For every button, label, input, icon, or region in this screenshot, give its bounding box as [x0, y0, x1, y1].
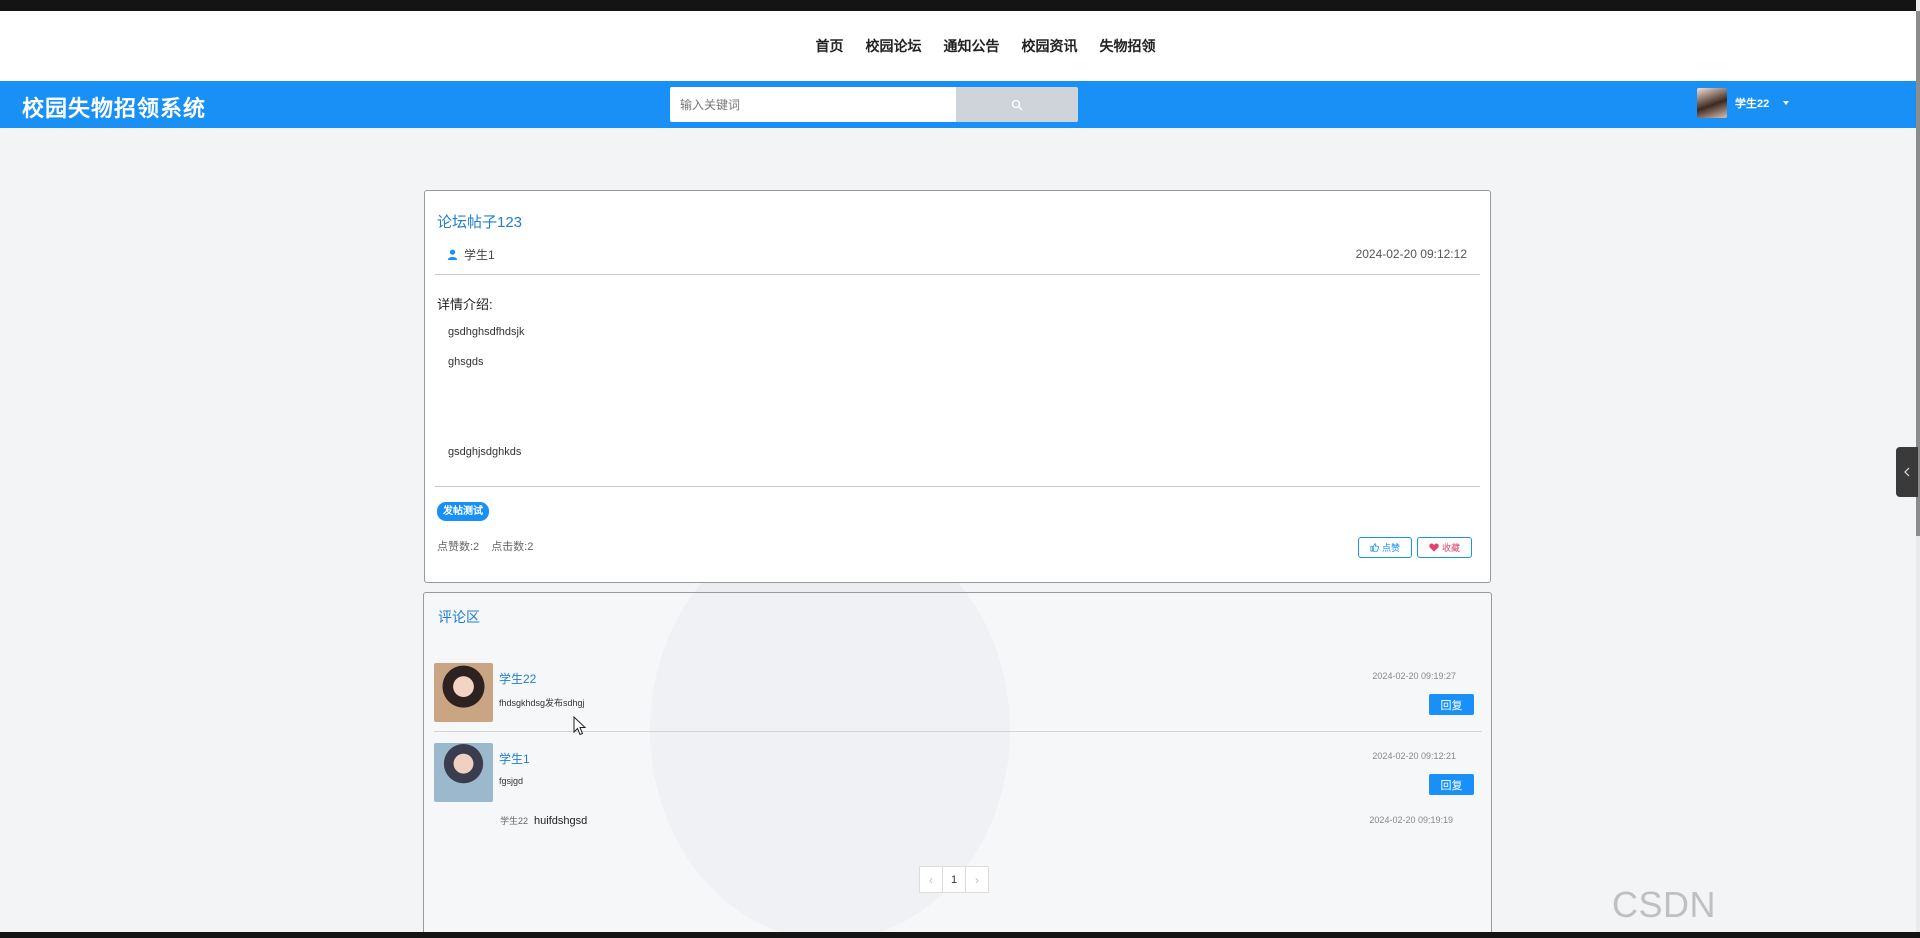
comment-date: 2024-02-20 09:12:21: [1372, 751, 1456, 761]
post-date: 2024-02-20 09:12:12: [1355, 247, 1467, 261]
like-label: 点赞: [1381, 543, 1400, 553]
comment-date: 2024-02-20 09:19:27: [1372, 671, 1456, 681]
reply-button[interactable]: 回复: [1429, 694, 1474, 715]
sub-reply: 学生22 huifdshgsd: [500, 814, 587, 827]
caret-down-icon: [1783, 101, 1790, 105]
header-bar: 校园失物招领系统 学生22: [0, 81, 1916, 128]
window-top-bar: [0, 0, 1920, 11]
nav-lost-found[interactable]: 失物招领: [1100, 36, 1156, 56]
sub-reply-date: 2024-02-20 09:19:19: [1369, 815, 1453, 825]
favorite-button[interactable]: 收藏: [1417, 537, 1472, 558]
search-input[interactable]: [670, 87, 956, 122]
mouse-cursor-icon: [573, 716, 587, 736]
clicks-count: 点击数:2: [491, 541, 534, 553]
content-line: ghsgds: [448, 356, 484, 368]
nav-news[interactable]: 校园资讯: [1022, 36, 1078, 56]
post-tag[interactable]: 发帖测试: [437, 502, 489, 521]
avatar: [434, 743, 493, 802]
like-button[interactable]: 点赞: [1358, 537, 1412, 558]
nav-home[interactable]: 首页: [816, 36, 844, 56]
divider: [435, 274, 1480, 275]
top-nav: 首页 校园论坛 通知公告 校园资讯 失物招领: [0, 11, 1916, 81]
user-name: 学生22: [1735, 98, 1770, 110]
side-panel-toggle[interactable]: [1896, 447, 1918, 497]
chevron-left-icon: [1904, 467, 1910, 477]
post-card: 论坛帖子123 学生1 2024-02-20 09:12:12 详情介绍: gs…: [424, 190, 1491, 583]
sub-reply-author: 学生22: [500, 816, 529, 826]
post-author-name: 学生1: [464, 248, 495, 262]
avatar: [434, 663, 493, 722]
content-line: gsdhghsdfhdsjk: [448, 326, 525, 338]
comment-author[interactable]: 学生22: [499, 670, 536, 687]
avatar: [1697, 88, 1727, 118]
nav-forum[interactable]: 校园论坛: [866, 36, 922, 56]
detail-label: 详情介绍:: [437, 297, 493, 312]
thumbs-up-icon: [1370, 543, 1379, 552]
content-line: gsdghjsdghkds: [448, 446, 522, 458]
comment-author[interactable]: 学生1: [499, 750, 530, 767]
window-bottom-bar: [0, 932, 1920, 938]
site-title[interactable]: 校园失物招领系统: [22, 91, 206, 123]
comment-item: 学生22 fhdsgkhdsg发布sdhgj 2024-02-20 09:19:…: [434, 663, 1484, 723]
comment-item: 学生1 fgsjgd 2024-02-20 09:12:21 回复: [434, 743, 1484, 803]
divider: [435, 486, 1480, 487]
watermark: CSDN @bysjlw985: [1612, 884, 1811, 938]
user-icon: [447, 249, 458, 260]
pagination: ‹ 1 ›: [919, 866, 989, 893]
comment-text: fhdsgkhdsg发布sdhgj: [499, 698, 585, 708]
search-button[interactable]: [956, 87, 1078, 122]
post-author: 学生1: [447, 246, 495, 263]
nav-notice[interactable]: 通知公告: [944, 36, 1000, 56]
heart-icon: [1429, 543, 1439, 552]
favorite-label: 收藏: [1441, 543, 1460, 553]
comment-section: 评论区 学生22 fhdsgkhdsg发布sdhgj 2024-02-20 09…: [423, 592, 1492, 938]
sub-reply-text: huifdshgsd: [534, 815, 588, 827]
prev-page-button[interactable]: ‹: [919, 866, 943, 893]
post-stats: 点赞数:2 点击数:2: [437, 538, 533, 554]
divider: [434, 731, 1482, 732]
user-menu[interactable]: 学生22: [1697, 87, 1790, 119]
comment-text: fgsjgd: [499, 776, 524, 786]
next-page-button[interactable]: ›: [965, 866, 989, 893]
likes-count: 点赞数:2: [437, 541, 480, 553]
page-number-1[interactable]: 1: [942, 866, 966, 893]
comment-section-title: 评论区: [438, 609, 480, 625]
search-icon: [1011, 99, 1023, 110]
reply-button[interactable]: 回复: [1429, 774, 1474, 795]
post-title: 论坛帖子123: [437, 214, 523, 231]
